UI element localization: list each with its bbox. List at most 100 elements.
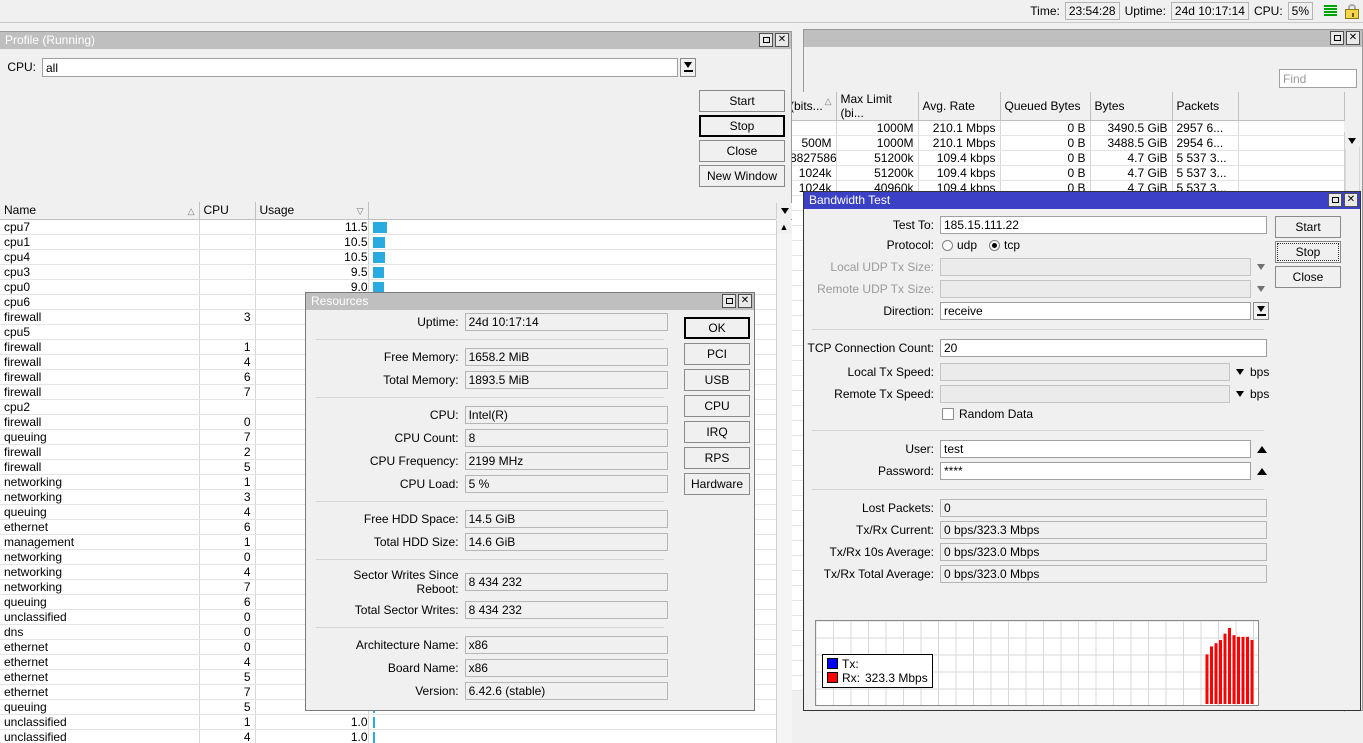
resources-pci-button[interactable]: PCI <box>684 343 750 365</box>
table-row[interactable]: 1000M 210.1 Mbps 0 B 3490.5 GiB 2957 6... <box>786 120 1344 136</box>
bwtest-random-data-checkbox[interactable] <box>942 408 954 420</box>
table-row[interactable]: 500M 1000M 210.1 Mbps 0 B 3488.5 GiB 2954 6..… <box>786 135 1344 151</box>
resource-label: Total Sector Writes: <box>354 603 459 617</box>
table-row[interactable]: cpu4 10.5 <box>0 249 776 265</box>
table-row[interactable]: cpu3 9.5 <box>0 264 776 280</box>
bwtest-local-tx-input[interactable] <box>940 363 1230 381</box>
profile-vertical-scrollbar[interactable]: ▲ <box>776 220 792 743</box>
profile-col-usage[interactable]: Usage ▽ <box>255 202 369 220</box>
queue-find-input[interactable]: Find <box>1279 69 1357 88</box>
cell-usage: 1.0 <box>255 729 369 743</box>
profile-col-name[interactable]: Name △ <box>0 202 200 220</box>
resources-rps-button[interactable]: RPS <box>684 447 750 469</box>
profile-cpu-dropdown-button[interactable] <box>680 57 696 77</box>
bwtest-tcp-count-input[interactable]: 20 <box>940 339 1267 357</box>
bwtest-local-udp-input[interactable] <box>940 258 1251 276</box>
usage-bar <box>372 731 375 743</box>
cell-cpu: 1 <box>199 534 256 550</box>
resource-label: Version: <box>415 684 459 698</box>
resources-usb-button[interactable]: USB <box>684 369 750 391</box>
profile-restore-button[interactable] <box>759 33 773 47</box>
bwtest-start-button[interactable]: Start <box>1275 216 1341 238</box>
profile-col-cpu[interactable]: CPU <box>199 202 256 220</box>
chevron-up-icon[interactable] <box>1257 467 1267 475</box>
queue-header-menu-arrow[interactable] <box>1345 133 1359 149</box>
bwtest-test-to-input[interactable]: 185.15.111.22 <box>940 216 1267 234</box>
bwtest-local-tx-unit: bps <box>1250 365 1270 379</box>
queue-col-blank[interactable] <box>1238 92 1345 121</box>
bwtest-restore-button[interactable] <box>1328 193 1342 207</box>
queue-col-bits[interactable]: (bits... △ <box>786 92 837 121</box>
resource-value: x86 <box>464 659 668 677</box>
chevron-down-icon[interactable] <box>1257 286 1265 292</box>
queue-col-bytes[interactable]: Bytes <box>1090 92 1173 121</box>
cell-usage: 9.5 <box>255 264 369 280</box>
profile-cpu-input[interactable]: all <box>42 57 678 77</box>
table-row[interactable]: cpu1 10.5 <box>0 234 776 250</box>
bwtest-close-button[interactable]: ✕ <box>1344 193 1358 207</box>
resource-field-row: Architecture Name: x86 <box>312 636 668 654</box>
bwtest-protocol-udp-radio[interactable] <box>942 239 953 251</box>
profile-start-button[interactable]: Start <box>699 90 785 112</box>
bwtest-remote-udp-input[interactable] <box>940 280 1251 298</box>
resources-dialog: Resources ✕ Uptime: 24d 10:17:14 Free Memo… <box>305 292 755 711</box>
queue-close-button[interactable]: ✕ <box>1346 31 1360 45</box>
table-row[interactable]: unclassified 1 1.0 <box>0 714 776 730</box>
chevron-down-icon[interactable] <box>1257 264 1265 270</box>
profile-stop-button[interactable]: Stop <box>699 115 785 137</box>
chevron-up-icon[interactable] <box>1257 445 1267 453</box>
bwtest-protocol-tcp-radio[interactable] <box>989 239 1001 251</box>
table-row[interactable]: unclassified 4 1.0 <box>0 729 776 743</box>
resource-label: Uptime: <box>417 315 459 329</box>
cell-name: firewall <box>0 444 200 460</box>
table-row[interactable]: 1024k 51200k 109.4 kbps 0 B 4.7 GiB 5 537 3..… <box>786 165 1344 181</box>
divider <box>812 489 1264 490</box>
bwtest-total-row: Tx/Rx Total Average: 0 bps/323.0 Mbps <box>804 565 1272 583</box>
graph-bar <box>1246 636 1249 704</box>
cell-blank <box>1238 150 1344 166</box>
resources-restore-button[interactable] <box>722 294 736 308</box>
chevron-down-icon[interactable] <box>1236 391 1244 397</box>
queue-restore-button[interactable] <box>1330 31 1344 45</box>
cell-cpu: 4 <box>199 504 256 520</box>
resources-close-button[interactable]: ✕ <box>738 294 752 308</box>
bwtest-direction-dropdown-button[interactable] <box>1253 302 1269 320</box>
resources-ok-button[interactable]: OK <box>684 317 750 339</box>
resource-label: Total HDD Size: <box>373 535 459 549</box>
profile-scroll-up-button[interactable]: ▲ <box>777 220 791 234</box>
resources-cpu-button[interactable]: CPU <box>684 395 750 417</box>
bwtest-remote-tx-input[interactable] <box>940 385 1230 403</box>
table-row[interactable]: 8827586 51200k 109.4 kbps 0 B 4.7 GiB 5 537 3… <box>786 150 1344 166</box>
bwtest-avg10-value-box: 0 bps/323.0 Mbps <box>940 543 1267 561</box>
cell-name: ethernet <box>0 519 200 535</box>
profile-close-action-button[interactable]: Close <box>699 140 785 162</box>
divider <box>316 501 664 502</box>
queue-col-queuedbytes[interactable]: Queued Bytes <box>1000 92 1091 121</box>
profile-col-blank[interactable] <box>368 202 776 220</box>
bwtest-protocol-tcp-label: tcp <box>1004 238 1021 252</box>
cell-queued_bytes: 0 B <box>1000 150 1091 166</box>
resource-label: CPU Count: <box>394 431 459 445</box>
cell-name: networking <box>0 549 200 565</box>
chevron-down-icon[interactable] <box>1236 369 1244 375</box>
bwtest-user-input[interactable]: test <box>940 440 1251 458</box>
divider <box>316 339 664 340</box>
cell-avg_rate: 210.1 Mbps <box>918 120 1001 136</box>
table-row[interactable]: cpu7 11.5 <box>0 219 776 235</box>
resources-irq-button[interactable]: IRQ <box>684 421 750 443</box>
profile-header-menu-arrow[interactable] <box>776 203 792 219</box>
profile-close-button[interactable]: ✕ <box>775 33 789 47</box>
bwtest-close-button-action[interactable]: Close <box>1275 266 1341 288</box>
bwtest-direction-input[interactable]: receive <box>940 302 1251 320</box>
profile-new-window-button[interactable]: New Window <box>699 165 785 187</box>
bwtest-password-input[interactable]: **** <box>940 462 1251 480</box>
queue-col-maxlimitbi[interactable]: Max Limit (bi... <box>836 92 919 121</box>
bwtest-stop-button[interactable]: Stop <box>1275 241 1341 263</box>
usage-bar <box>372 236 386 248</box>
queue-col-packets[interactable]: Packets <box>1172 92 1239 121</box>
resource-field-row: Board Name: x86 <box>312 659 668 677</box>
bwtest-direction-label: Direction: <box>883 304 934 318</box>
bwtest-direction-value: receive <box>944 304 983 318</box>
resources-hardware-button[interactable]: Hardware <box>684 473 750 495</box>
queue-col-avgrate[interactable]: Avg. Rate <box>918 92 1001 121</box>
